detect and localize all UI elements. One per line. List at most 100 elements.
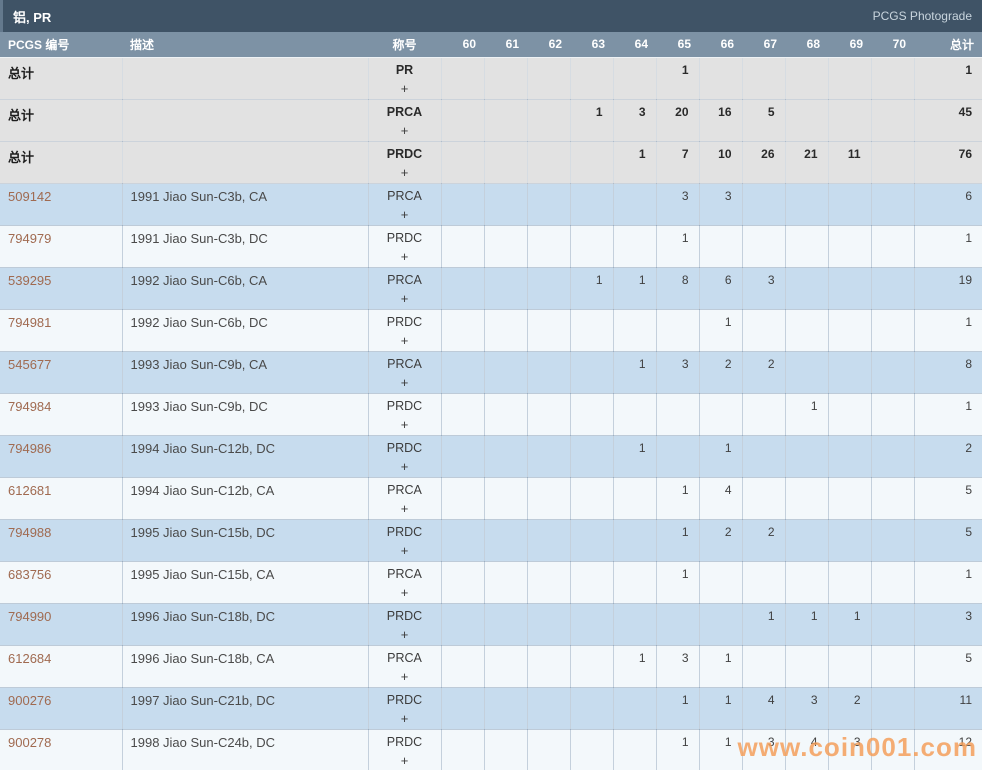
designation-cell: PRCA+	[368, 351, 441, 393]
header-grade-63: 63	[570, 32, 613, 57]
grade-66-count-cell: 1	[699, 645, 742, 687]
grade-62-count-cell	[527, 603, 570, 645]
plus-expand-link[interactable]: +	[369, 166, 441, 179]
photograde-link[interactable]: PCGS Photograde	[873, 9, 972, 23]
grade-61-count-cell	[484, 477, 527, 519]
grade-60-count-cell	[441, 141, 484, 183]
grade-64-count-cell	[613, 561, 656, 603]
grade-60-count-cell	[441, 561, 484, 603]
header-grade-70: 70	[871, 32, 914, 57]
pcgs-number-link[interactable]: 900276	[0, 687, 122, 729]
grade-66-count-cell	[699, 603, 742, 645]
plus-expand-link[interactable]: +	[369, 712, 441, 725]
grade-62-count-cell	[527, 225, 570, 267]
grade-64-count-cell	[613, 603, 656, 645]
header-grade-62: 62	[527, 32, 570, 57]
grade-62-count-cell	[527, 435, 570, 477]
grade-65-count-cell: 1	[656, 225, 699, 267]
plus-expand-link[interactable]: +	[369, 502, 441, 515]
pcgs-number-link[interactable]: 539295	[0, 267, 122, 309]
designation-label: PRDC	[369, 147, 441, 162]
pcgs-number-link[interactable]: 683756	[0, 561, 122, 603]
grade-67-count-cell: 3	[742, 267, 785, 309]
description-cell: 1991 Jiao Sun-C3b, CA	[122, 183, 368, 225]
pcgs-number-link[interactable]: 794988	[0, 519, 122, 561]
description-cell: 1997 Jiao Sun-C21b, DC	[122, 687, 368, 729]
grade-63-count-cell: 1	[570, 267, 613, 309]
designation-label: PRDC	[369, 399, 441, 414]
grade-62-count-cell	[527, 267, 570, 309]
plus-expand-link[interactable]: +	[369, 376, 441, 389]
grade-62-count-cell	[527, 141, 570, 183]
grade-68-count-cell: 3	[785, 687, 828, 729]
pcgs-number-link[interactable]: 545677	[0, 351, 122, 393]
total-count-cell: 1	[914, 309, 982, 351]
total-count-cell: 5	[914, 645, 982, 687]
grade-60-count-cell	[441, 99, 484, 141]
grade-66-count-cell	[699, 57, 742, 99]
grade-63-count-cell: 1	[570, 99, 613, 141]
pcgs-number-link[interactable]: 509142	[0, 183, 122, 225]
grade-69-count-cell	[828, 561, 871, 603]
grade-61-count-cell	[484, 141, 527, 183]
pcgs-number-link[interactable]: 794986	[0, 435, 122, 477]
designation-label: PRCA	[369, 483, 441, 498]
grade-62-count-cell	[527, 519, 570, 561]
grade-69-count-cell	[828, 225, 871, 267]
plus-expand-link[interactable]: +	[369, 292, 441, 305]
designation-cell: PRCA+	[368, 183, 441, 225]
plus-expand-link[interactable]: +	[369, 334, 441, 347]
description-cell: 1993 Jiao Sun-C9b, DC	[122, 393, 368, 435]
plus-expand-link[interactable]: +	[369, 208, 441, 221]
table-row: 6126811994 Jiao Sun-C12b, CAPRCA+145	[0, 477, 982, 519]
grade-63-count-cell	[570, 393, 613, 435]
grade-65-count-cell: 1	[656, 519, 699, 561]
grade-69-count-cell	[828, 477, 871, 519]
grade-70-count-cell	[871, 519, 914, 561]
designation-cell: PRCA+	[368, 561, 441, 603]
pcgs-number-link[interactable]: 612684	[0, 645, 122, 687]
designation-cell: PRDC +	[368, 309, 441, 351]
pcgs-number-link[interactable]: 794979	[0, 225, 122, 267]
header-grade-60: 60	[441, 32, 484, 57]
grade-64-count-cell	[613, 477, 656, 519]
grade-66-count-cell: 10	[699, 141, 742, 183]
grade-61-count-cell	[484, 393, 527, 435]
plus-expand-link[interactable]: +	[369, 124, 441, 137]
plus-expand-link[interactable]: +	[369, 418, 441, 431]
plus-expand-link[interactable]: +	[369, 628, 441, 641]
plus-expand-link[interactable]: +	[369, 250, 441, 263]
header-grade-69: 69	[828, 32, 871, 57]
total-count-cell: 3	[914, 603, 982, 645]
pcgs-number-link[interactable]: 794984	[0, 393, 122, 435]
pcgs-number-link[interactable]: 900278	[0, 729, 122, 770]
plus-expand-link[interactable]: +	[369, 670, 441, 683]
grade-70-count-cell	[871, 183, 914, 225]
description-cell: 1995 Jiao Sun-C15b, CA	[122, 561, 368, 603]
grade-64-count-cell	[613, 687, 656, 729]
pcgs-number-link[interactable]: 794981	[0, 309, 122, 351]
pcgs-number-link[interactable]: 612681	[0, 477, 122, 519]
designation-label: PRCA	[369, 273, 441, 288]
grade-63-count-cell	[570, 57, 613, 99]
grade-62-count-cell	[527, 729, 570, 770]
grade-60-count-cell	[441, 729, 484, 770]
description-cell: 1992 Jiao Sun-C6b, CA	[122, 267, 368, 309]
designation-label: PRDC	[369, 315, 441, 330]
grade-66-count-cell: 1	[699, 687, 742, 729]
pcgs-number-link[interactable]: 794990	[0, 603, 122, 645]
grade-63-count-cell	[570, 141, 613, 183]
table-row: 5392951992 Jiao Sun-C6b, CAPRCA+1186319	[0, 267, 982, 309]
plus-expand-link[interactable]: +	[369, 586, 441, 599]
grade-67-count-cell: 4	[742, 687, 785, 729]
plus-expand-link[interactable]: +	[369, 460, 441, 473]
grade-70-count-cell	[871, 267, 914, 309]
grade-62-count-cell	[527, 309, 570, 351]
grade-66-count-cell: 3	[699, 183, 742, 225]
table-row: 7949861994 Jiao Sun-C12b, DCPRDC+112	[0, 435, 982, 477]
table-row: 6837561995 Jiao Sun-C15b, CAPRCA+11	[0, 561, 982, 603]
plus-expand-link[interactable]: +	[369, 82, 441, 95]
plus-expand-link[interactable]: +	[369, 544, 441, 557]
grade-67-count-cell: 2	[742, 351, 785, 393]
plus-expand-link[interactable]: +	[369, 754, 441, 767]
